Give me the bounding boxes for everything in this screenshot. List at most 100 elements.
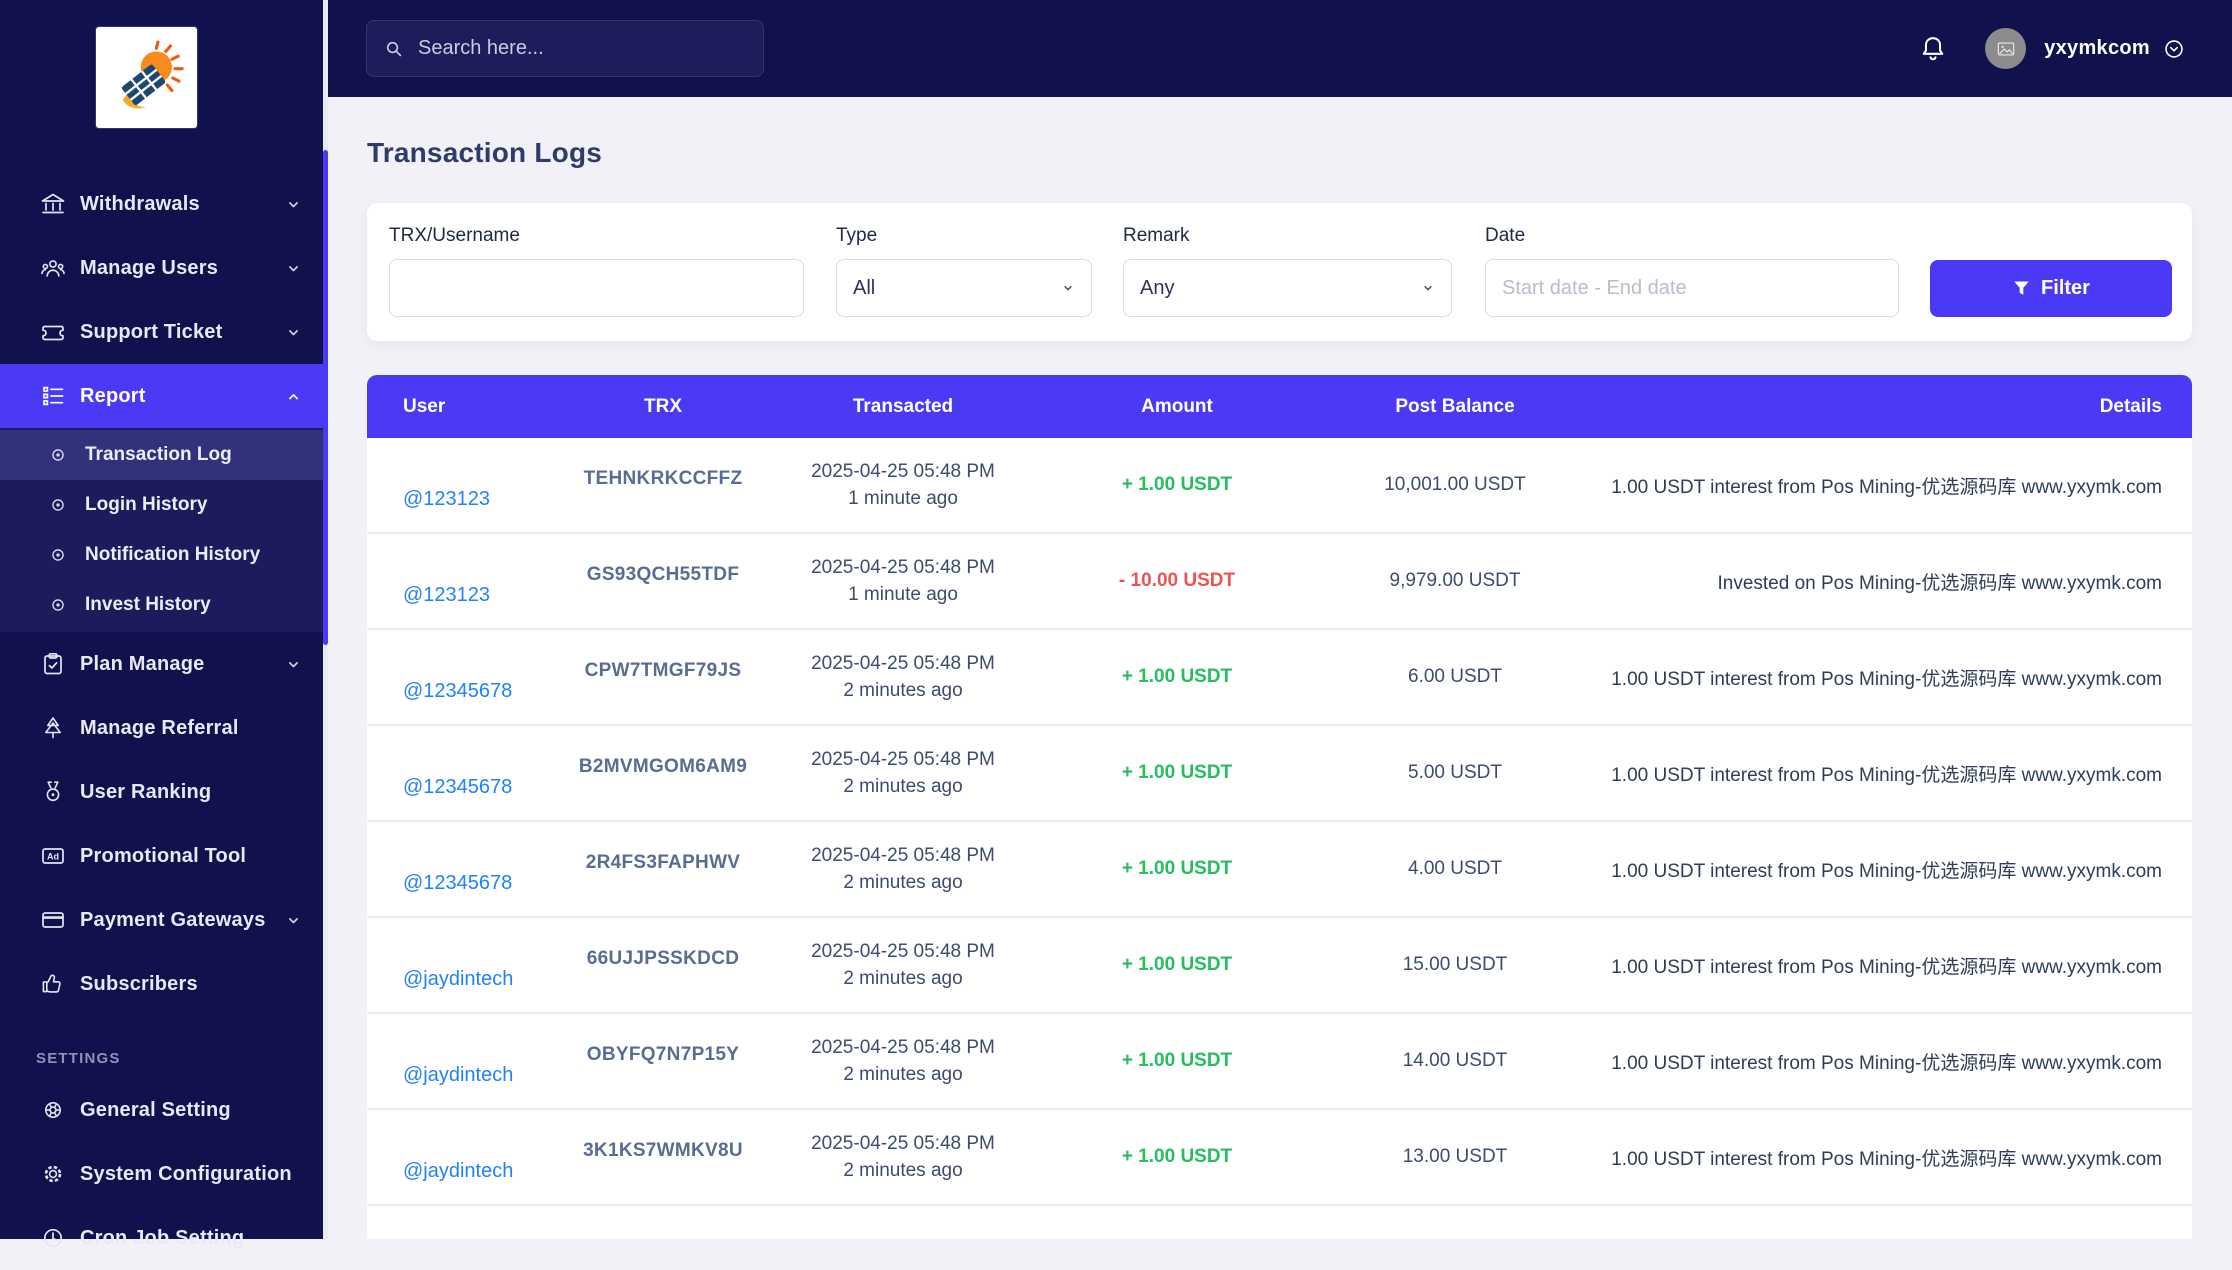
user-link[interactable]: @12345678 [403,872,512,894]
sidebar-item-label: Manage Referral [80,717,302,740]
sidebar-scrollbar [323,0,328,1239]
sidebar-item-plan-manage[interactable]: Plan Manage [0,632,328,696]
table-row: @jaydintech 3K1KS7WMKV8U 2025-04-25 05:4… [367,1110,2192,1206]
details-text: 1.00 USDT interest from Pos Mining-优选源码库… [1596,856,2192,883]
user-link[interactable]: @jaydintech [403,1064,513,1086]
user-cell: @jaydintech [367,1064,560,1087]
trx-code: OBYFQ7N7P15Y [560,1044,766,1066]
sidebar-item-invest-history[interactable]: Invest History [0,580,328,630]
sidebar-item-label: Report [80,385,285,408]
trx-username-input[interactable] [389,259,804,317]
column-header-details: Details [1596,396,2192,418]
chevron-down-icon [1421,281,1435,295]
sidebar-item-label: Payment Gateways [80,909,285,932]
sidebar-item-notification-history[interactable]: Notification History [0,530,328,580]
type-label: Type [836,225,1092,247]
details-text: 1.00 USDT interest from Pos Mining-优选源码库… [1596,952,2192,979]
clock-icon [40,1225,66,1251]
settings-section-header: SETTINGS [0,1038,328,1078]
type-select[interactable]: All [836,259,1092,317]
transacted-ago: 2 minutes ago [766,965,1040,992]
sidebar-nav: Withdrawals Manage Users Support Ticket … [0,172,328,1270]
transacted-ago: 1 minute ago [766,485,1040,512]
user-link[interactable]: @jaydintech [403,968,513,990]
table-row: @123123 TEHNKRKCCFFZ 2025-04-25 05:48 PM… [367,438,2192,534]
clipboard-check-icon [40,651,66,677]
solar-logo-icon [108,39,186,117]
user-link[interactable]: @123123 [403,488,490,510]
ticket-icon [40,319,66,345]
sidebar-item-label: Cron Job Setting [80,1227,302,1250]
remark-select[interactable]: Any [1123,259,1452,317]
transacted-time: 2025-04-25 05:48 PM [766,938,1040,965]
sidebar-item-general-setting[interactable]: General Setting [0,1078,328,1142]
sidebar-item-promotional-tool[interactable]: Promotional Tool [0,824,328,888]
remark-select-value: Any [1140,277,1174,300]
bell-icon[interactable] [1918,33,1948,65]
amount-cell: + 1.00 USDT [1040,666,1314,688]
user-link[interactable]: @jaydintech [403,1160,513,1182]
filter-card: TRX/Username Type All Remark Any Date Fi… [367,203,2192,341]
trx-code: 2R4FS3FAPHWV [560,852,766,874]
transacted-ago: 2 minutes ago [766,1157,1040,1184]
chevron-down-icon [285,260,302,277]
sidebar-item-manage-users[interactable]: Manage Users [0,236,328,300]
chevron-down-circle-icon[interactable] [2162,37,2186,61]
transacted-ago: 1 minute ago [766,581,1040,608]
topbar: yxymkcom [328,0,2232,97]
sidebar-item-login-history[interactable]: Login History [0,480,328,530]
chevron-down-icon [285,196,302,213]
funnel-icon [2012,279,2031,298]
trx-code: GS93QCH55TDF [560,564,766,586]
transacted-time: 2025-04-25 05:48 PM [766,1034,1040,1061]
user-link[interactable]: @12345678 [403,680,512,702]
filter-button-label: Filter [2041,277,2090,300]
avatar[interactable] [1985,28,2026,69]
amount-cell: + 1.00 USDT [1040,474,1314,496]
date-range-input[interactable] [1485,259,1899,317]
user-cell: @12345678 [367,680,560,703]
transacted-cell: 2025-04-25 05:48 PM2 minutes ago [766,938,1040,992]
circle-dot-icon [48,595,68,615]
image-placeholder-icon [1995,38,2017,60]
amount-cell: + 1.00 USDT [1040,1050,1314,1072]
table-row: @12345678 2R4FS3FAPHWV 2025-04-25 05:48 … [367,822,2192,918]
user-link[interactable]: @12345678 [403,776,512,798]
medal-icon [40,779,66,805]
transacted-time: 2025-04-25 05:48 PM [766,842,1040,869]
sidebar-item-system-configuration[interactable]: System Configuration [0,1142,328,1206]
trx-code: CPW7TMGF79JS [560,660,766,682]
circle-dot-icon [48,445,68,465]
user-link[interactable]: @123123 [403,584,490,606]
sidebar-subitem-label: Login History [85,494,207,516]
sidebar-item-cron-job-setting[interactable]: Cron Job Setting [0,1206,328,1270]
amount-value: + 1.00 USDT [1122,1146,1232,1167]
details-text: 1.00 USDT interest from Pos Mining-优选源码库… [1596,664,2192,691]
user-cell: @123123 [367,584,560,607]
sidebar-item-user-ranking[interactable]: User Ranking [0,760,328,824]
date-group: Date [1485,225,1899,317]
amount-cell: + 1.00 USDT [1040,762,1314,784]
sidebar-item-label: Subscribers [80,973,302,996]
trx-username-label: TRX/Username [389,225,804,247]
main-content: Transaction Logs TRX/Username Type All R… [328,97,2232,1239]
circle-dot-icon [48,495,68,515]
sidebar-item-label: System Configuration [80,1163,302,1186]
amount-value: + 1.00 USDT [1122,1050,1232,1071]
sidebar-item-support-ticket[interactable]: Support Ticket [0,300,328,364]
chevron-down-icon [1061,281,1075,295]
sidebar-item-manage-referral[interactable]: Manage Referral [0,696,328,760]
wheel-icon [40,1097,66,1123]
search-input[interactable] [418,37,747,60]
sidebar-item-label: Withdrawals [80,193,285,216]
topbar-username[interactable]: yxymkcom [2044,37,2150,60]
sidebar-item-transaction-log[interactable]: Transaction Log [0,430,328,480]
filter-button[interactable]: Filter [1930,260,2172,317]
chevron-down-icon [285,324,302,341]
sidebar-scrollbar-thumb[interactable] [323,150,328,645]
transacted-ago: 2 minutes ago [766,869,1040,896]
sidebar-item-report[interactable]: Report [0,364,328,428]
sidebar-item-subscribers[interactable]: Subscribers [0,952,328,1016]
sidebar-item-withdrawals[interactable]: Withdrawals [0,172,328,236]
sidebar-item-payment-gateways[interactable]: Payment Gateways [0,888,328,952]
